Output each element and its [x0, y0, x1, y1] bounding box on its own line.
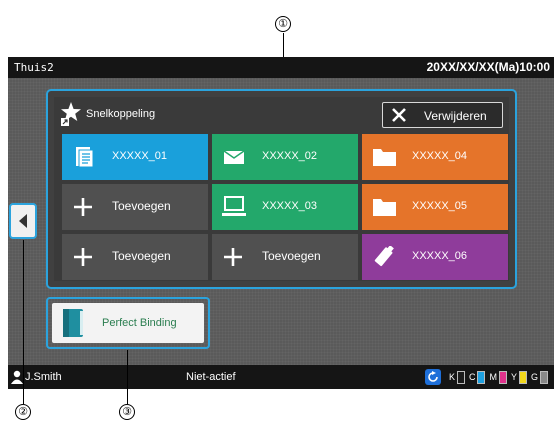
delete-button[interactable]: Verwijderen: [382, 102, 503, 128]
ink-k: K: [449, 365, 465, 389]
tile-label: XXXXX_06: [412, 250, 468, 262]
ink-k-box: [456, 370, 465, 384]
tile-label: Toevoegen: [112, 199, 171, 213]
ink-c-box: [477, 370, 486, 384]
shortcut-panel: Snelkoppeling Verwijderen XXXXX_01 XXXXX…: [46, 89, 517, 289]
ink-levels: K C M Y G: [424, 369, 548, 385]
tile-label: XXXXX_05: [412, 200, 468, 212]
perfect-binding-label: Perfect Binding: [102, 317, 177, 329]
ink-k-letter: K: [448, 372, 455, 382]
folder-icon: [373, 149, 396, 166]
perfect-binding-highlight: Perfect Binding: [46, 297, 210, 349]
callout-3-leader: [127, 350, 128, 404]
usb-icon: [374, 246, 394, 267]
tile-label: Toevoegen: [262, 249, 321, 263]
tile-label: XXXXX_02: [262, 150, 318, 162]
shortcut-panel-header: Snelkoppeling Verwijderen: [54, 97, 509, 131]
device-screen: Thuis2 20XX/XX/XX(Ma)10:00 Snelkoppeling: [8, 57, 554, 389]
date-time: 20XX/XX/XX(Ma)10:00: [426, 60, 550, 74]
shortcut-tile-xxxxx-04[interactable]: XXXXX_04: [362, 134, 508, 180]
star-shortcut-icon: [61, 102, 81, 126]
shortcut-panel-title: Snelkoppeling: [86, 108, 156, 120]
shortcut-panel-body: Snelkoppeling Verwijderen XXXXX_01 XXXXX…: [54, 97, 509, 281]
tile-label: Toevoegen: [112, 249, 171, 263]
computer-icon: [222, 196, 246, 216]
shortcut-tile-xxxxx-06[interactable]: XXXXX_06: [362, 234, 508, 280]
shortcut-tile-xxxxx-01[interactable]: XXXXX_01: [62, 134, 208, 180]
ink-y-letter: Y: [510, 372, 517, 382]
plus-icon: [224, 248, 242, 266]
ink-g: G: [531, 365, 548, 389]
shortcut-tile-xxxxx-02[interactable]: XXXXX_02: [212, 134, 358, 180]
previous-page-button[interactable]: [9, 203, 37, 239]
callout-2: ②: [15, 404, 31, 420]
tile-label: XXXXX_04: [412, 150, 468, 162]
callout-2-leader: [23, 240, 24, 404]
ink-m: M: [489, 365, 507, 389]
refresh-icon[interactable]: [424, 369, 441, 385]
close-icon: [392, 108, 406, 122]
envelope-icon: [223, 150, 245, 164]
top-bar: Thuis2 20XX/XX/XX(Ma)10:00: [8, 57, 554, 78]
ink-m-box: [498, 370, 507, 384]
ink-c: C: [469, 365, 486, 389]
machine-status: Niet-actief: [186, 371, 236, 383]
screen-title: Thuis2: [14, 61, 54, 74]
refresh-glyph: [428, 371, 438, 382]
document-icon: [76, 147, 94, 168]
shortcut-tile-xxxxx-03[interactable]: XXXXX_03: [212, 184, 358, 230]
chevron-left-icon: [19, 214, 27, 228]
ink-y: Y: [511, 365, 527, 389]
user-icon: [11, 370, 23, 384]
ink-c-letter: C: [468, 372, 476, 382]
perfect-binding-button[interactable]: Perfect Binding: [52, 303, 204, 343]
callout-1: ①: [275, 16, 291, 32]
delete-button-label: Verwijderen: [424, 109, 487, 123]
add-shortcut-tile-2[interactable]: Toevoegen: [62, 234, 208, 280]
ink-m-letter: M: [489, 372, 497, 382]
ink-g-letter: G: [530, 372, 538, 382]
user-name: J.Smith: [25, 371, 62, 383]
plus-icon: [74, 248, 92, 266]
add-shortcut-tile-1[interactable]: Toevoegen: [62, 184, 208, 230]
shortcut-tile-xxxxx-05[interactable]: XXXXX_05: [362, 184, 508, 230]
ink-g-box: [540, 370, 548, 384]
tile-label: XXXXX_03: [262, 200, 318, 212]
tile-label: XXXXX_01: [112, 150, 168, 162]
book-icon: [63, 309, 83, 337]
plus-icon: [74, 198, 92, 216]
status-bar: J.Smith Niet-actief K C M Y G: [8, 365, 554, 389]
add-shortcut-tile-3[interactable]: Toevoegen: [212, 234, 358, 280]
callout-3: ③: [119, 404, 135, 420]
ink-y-box: [518, 370, 527, 384]
folder-icon: [373, 199, 396, 216]
